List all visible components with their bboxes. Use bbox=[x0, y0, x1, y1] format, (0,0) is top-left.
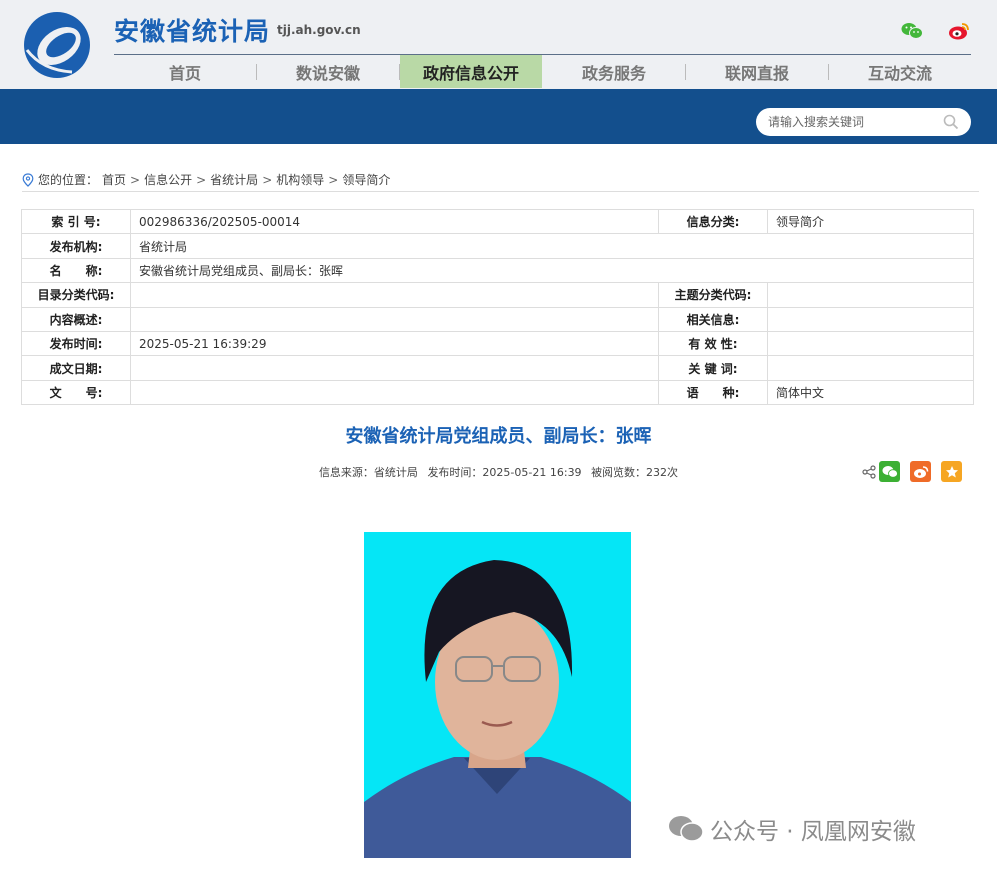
category-value: 领导简介 bbox=[767, 208, 974, 235]
table-row: 内容概述: 相关信息: bbox=[21, 306, 974, 332]
related-info-value bbox=[767, 306, 974, 332]
validity-value bbox=[767, 330, 974, 357]
written-date-value bbox=[130, 355, 659, 381]
location-pin-icon bbox=[22, 172, 34, 187]
nav-online-report[interactable]: 联网直报 bbox=[686, 55, 828, 88]
nav-home[interactable]: 首页 bbox=[114, 55, 256, 88]
article-info: 信息来源：省统计局 发布时间：2025-05-21 16:39 被阅览数：232… bbox=[0, 464, 997, 480]
publish-time-value: 2025-05-21 16:39:29 bbox=[130, 330, 659, 357]
breadcrumb-bureau[interactable]: 省统计局 bbox=[210, 171, 258, 188]
breadcrumb-leader-intro[interactable]: 领导简介 bbox=[342, 171, 390, 188]
search-input[interactable] bbox=[768, 115, 943, 129]
catalog-code-label: 目录分类代码: bbox=[21, 282, 131, 308]
category-label: 信息分类: bbox=[658, 208, 768, 235]
site-logo[interactable] bbox=[22, 10, 92, 80]
table-row: 成文日期: 关 键 词: bbox=[21, 355, 974, 381]
index-label: 索 引 号: bbox=[21, 208, 131, 235]
publish-time-label: 发布时间: bbox=[21, 330, 131, 357]
nav-data-anhui[interactable]: 数说安徽 bbox=[257, 55, 399, 88]
watermark: 公众号 · 凤凰网安徽 bbox=[668, 812, 916, 846]
article-time: 发布时间：2025-05-21 16:39 bbox=[427, 466, 582, 479]
keyword-value bbox=[767, 355, 974, 381]
related-info-label: 相关信息: bbox=[658, 306, 768, 332]
leader-portrait bbox=[364, 532, 631, 858]
written-date-label: 成文日期: bbox=[21, 355, 131, 381]
publisher-value: 省统计局 bbox=[130, 233, 974, 259]
table-row: 目录分类代码: 主题分类代码: bbox=[21, 282, 974, 308]
name-value: 安徽省统计局党组成员、副局长：张晖 bbox=[130, 257, 974, 284]
breadcrumb-separator: > bbox=[328, 172, 339, 187]
search-icon[interactable] bbox=[943, 114, 959, 130]
topic-code-label: 主题分类代码: bbox=[658, 282, 768, 308]
language-label: 语 种: bbox=[658, 379, 768, 406]
site-title[interactable]: 安徽省统计局 bbox=[114, 12, 270, 48]
site-domain: tjj.ah.gov.cn bbox=[277, 23, 361, 37]
doc-number-label: 文 号: bbox=[21, 379, 131, 406]
summary-label: 内容概述: bbox=[21, 306, 131, 332]
breadcrumb-info-public[interactable]: 信息公开 bbox=[144, 171, 192, 188]
table-row: 文 号: 语 种: 简体中文 bbox=[21, 379, 974, 406]
breadcrumb-separator: > bbox=[262, 172, 273, 187]
language-value: 简体中文 bbox=[767, 379, 974, 406]
doc-number-value bbox=[130, 379, 659, 406]
share-weibo-icon[interactable] bbox=[910, 461, 931, 482]
breadcrumb-home[interactable]: 首页 bbox=[102, 171, 126, 188]
nav-gov-service[interactable]: 政务服务 bbox=[543, 55, 685, 88]
keyword-label: 关 键 词: bbox=[658, 355, 768, 381]
breadcrumb-separator: > bbox=[130, 172, 141, 187]
table-row: 名 称: 安徽省统计局党组成员、副局长：张晖 bbox=[21, 257, 974, 284]
main-nav: 首页 数说安徽 政府信息公开 政务服务 联网直报 互动交流 bbox=[114, 55, 971, 88]
table-row: 发布时间: 2025-05-21 16:39:29 有 效 性: bbox=[21, 330, 974, 357]
catalog-code-value bbox=[130, 282, 659, 308]
search-box bbox=[756, 108, 971, 136]
weibo-icon[interactable] bbox=[948, 20, 970, 42]
share-icon[interactable] bbox=[860, 461, 878, 482]
topic-code-value bbox=[767, 282, 974, 308]
share-favorite-icon[interactable] bbox=[941, 461, 962, 482]
publisher-label: 发布机构: bbox=[21, 233, 131, 259]
watermark-text: 公众号 · 凤凰网安徽 bbox=[710, 819, 916, 845]
index-value: 002986336/202505-00014 bbox=[130, 208, 659, 235]
breadcrumb-leadership[interactable]: 机构领导 bbox=[276, 171, 324, 188]
breadcrumb-prefix: 您的位置： bbox=[38, 173, 99, 187]
article-views: 被阅览数：232次 bbox=[591, 466, 679, 479]
article-title: 安徽省统计局党组成员、副局长：张晖 bbox=[345, 426, 652, 447]
breadcrumb-separator: > bbox=[196, 172, 207, 187]
wechat-icon bbox=[669, 816, 704, 842]
table-row: 索 引 号: 002986336/202505-00014 信息分类: 领导简介 bbox=[21, 208, 974, 235]
info-meta-table: 索 引 号: 002986336/202505-00014 信息分类: 领导简介… bbox=[21, 208, 974, 406]
top-header: 安徽省统计局 tjj.ah.gov.cn 首页 数说安徽 政府信息公开 政务服务… bbox=[0, 0, 997, 89]
article-source: 信息来源：省统计局 bbox=[318, 466, 418, 479]
summary-value bbox=[130, 306, 659, 332]
wechat-icon[interactable] bbox=[901, 20, 923, 42]
share-wechat-icon[interactable] bbox=[879, 461, 900, 482]
validity-label: 有 效 性: bbox=[658, 330, 768, 357]
breadcrumb: 您的位置： 首页 > 信息公开 > 省统计局 > 机构领导 > 领导简介 bbox=[22, 168, 979, 192]
nav-gov-info[interactable]: 政府信息公开 bbox=[400, 55, 542, 88]
name-label: 名 称: bbox=[21, 257, 131, 284]
table-row: 发布机构: 省统计局 bbox=[21, 233, 974, 259]
nav-interaction[interactable]: 互动交流 bbox=[829, 55, 971, 88]
